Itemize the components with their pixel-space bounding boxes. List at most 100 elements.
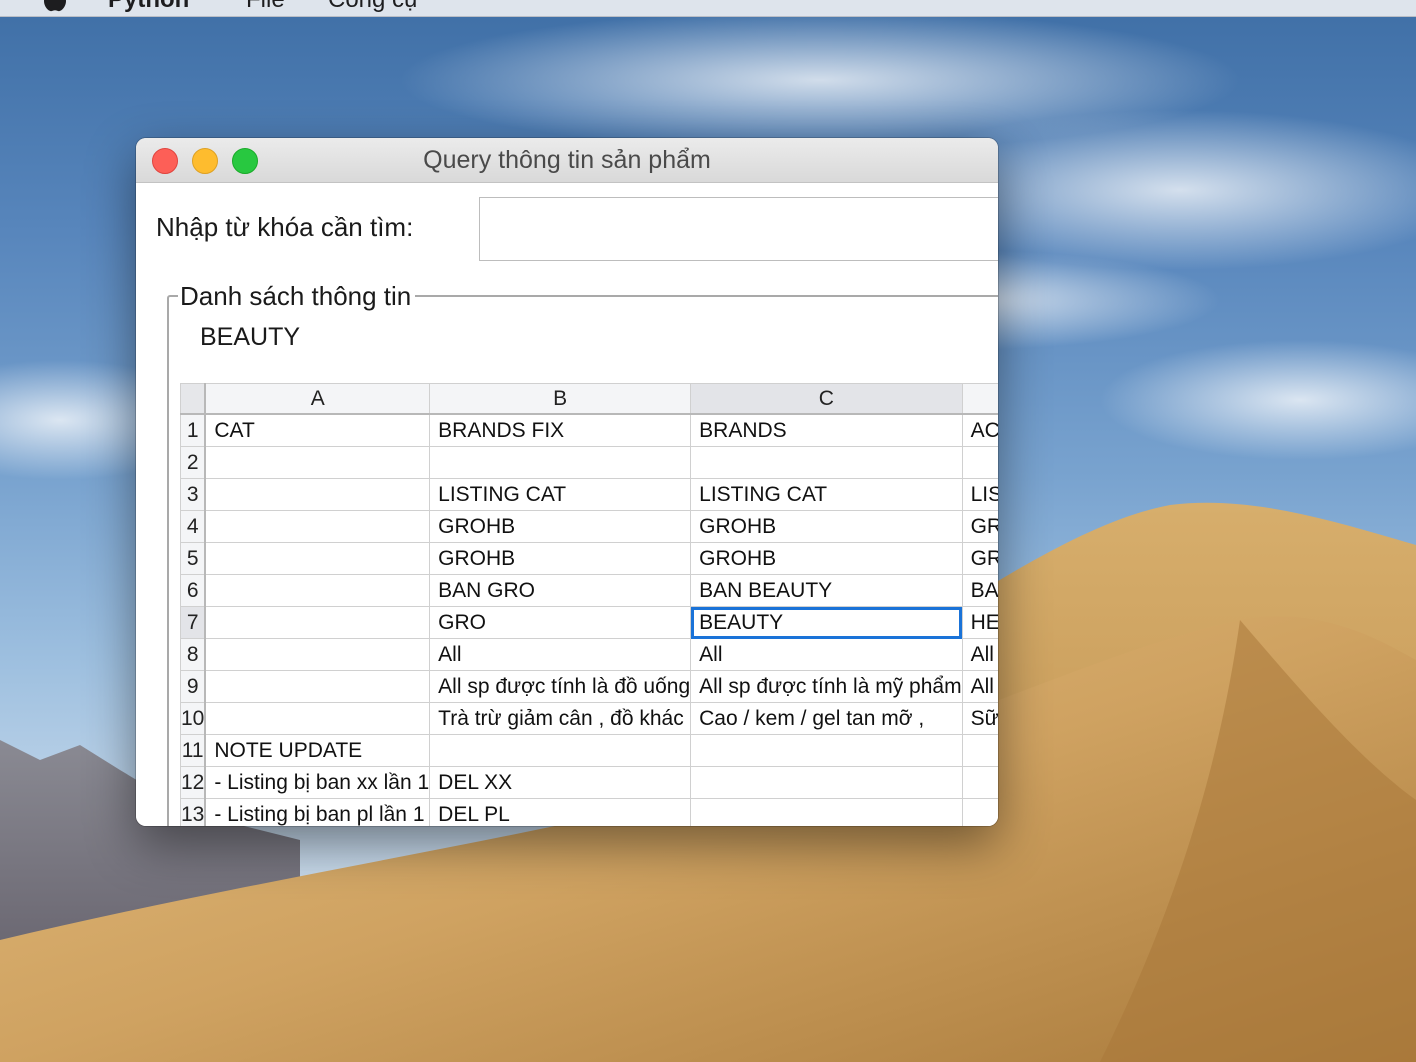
menu-bar: Python File Công cụ <box>0 0 1416 17</box>
cell-a2[interactable] <box>204 446 431 479</box>
row-header[interactable]: 11 <box>180 734 207 767</box>
cell-c11[interactable] <box>690 734 963 767</box>
cell-d10[interactable]: Sữa <box>961 702 998 735</box>
cell-d2[interactable] <box>961 446 998 479</box>
row-header[interactable]: 6 <box>180 574 207 607</box>
sheet-row: 10 Trà trừ giảm cân , đồ khác Cao / kem / … <box>180 702 998 735</box>
select-all-corner[interactable] <box>180 383 207 415</box>
menu-file[interactable]: File <box>246 0 285 14</box>
cell-a13[interactable]: - Listing bị ban pl lần 1 <box>204 798 431 826</box>
window-title: Query thông tin sản phẩm <box>423 146 711 174</box>
cell-d3[interactable]: LISTING CAT <box>961 478 998 511</box>
sheet-row: 8 All All All <box>180 638 998 671</box>
column-header-b[interactable]: B <box>429 383 692 415</box>
cell-b2[interactable] <box>429 446 692 479</box>
sheet-row: 7 GROBEAUTYHEA <box>180 606 998 639</box>
cell-b12[interactable]: DEL XX <box>429 766 692 799</box>
sheet-row: 4GROHBGROHBGROHB <box>180 510 998 543</box>
cell-d9[interactable]: All s <box>961 670 998 703</box>
row-header[interactable]: 4 <box>180 510 207 543</box>
row-header[interactable]: 13 <box>180 798 207 826</box>
column-header-c[interactable]: C <box>690 383 963 415</box>
sheet-row: 6 BAN GROBAN BEAUTYBAN <box>180 574 998 607</box>
group-title: Danh sách thông tin <box>178 281 416 312</box>
selected-value-label: BEAUTY <box>200 323 301 351</box>
search-label: Nhập từ khóa cần tìm: <box>156 212 414 242</box>
cell-c4[interactable]: GROHB <box>690 510 963 543</box>
sheet-row: 2 <box>180 446 998 479</box>
query-window: Query thông tin sản phẩm Nhập từ khóa cầ… <box>136 138 998 826</box>
column-header-a[interactable]: A <box>204 383 431 415</box>
cell-a8[interactable] <box>204 638 431 671</box>
cell-c9[interactable]: All sp được tính là mỹ phẩm <box>690 670 963 703</box>
row-header[interactable]: 3 <box>180 478 207 511</box>
cell-a5[interactable] <box>204 542 431 575</box>
cell-d11[interactable] <box>961 734 998 767</box>
row-header[interactable]: 5 <box>180 542 207 575</box>
cell-b9[interactable]: All sp được tính là đồ uống <box>429 670 692 703</box>
row-header[interactable]: 7 <box>180 606 207 639</box>
cell-c12[interactable] <box>690 766 963 799</box>
sheet-row: 13- Listing bị ban pl lần 1 DEL PL <box>180 798 998 826</box>
cell-a10[interactable] <box>204 702 431 735</box>
cell-a1[interactable]: CAT <box>204 413 431 447</box>
cell-a3[interactable] <box>204 478 431 511</box>
app-menu-python[interactable]: Python <box>108 0 189 14</box>
search-input[interactable] <box>479 197 998 261</box>
cell-d1[interactable]: ACTIVE <box>961 413 998 447</box>
column-header-d[interactable] <box>961 383 998 415</box>
cell-b5[interactable]: GROHB <box>429 542 692 575</box>
row-header[interactable]: 2 <box>180 446 207 479</box>
cell-d4[interactable]: GROHB <box>961 510 998 543</box>
row-header[interactable]: 12 <box>180 766 207 799</box>
cell-c7[interactable]: BEAUTY <box>690 606 963 639</box>
sheet-row: 9 All sp được tính là đồ uống All sp được … <box>180 670 998 703</box>
cell-d7[interactable]: HEA <box>961 606 998 639</box>
cell-b11[interactable] <box>429 734 692 767</box>
cell-c5[interactable]: GROHB <box>690 542 963 575</box>
sheet-row: 11 NOTE UPDATE <box>180 734 998 767</box>
row-header[interactable]: 9 <box>180 670 207 703</box>
cell-c10[interactable]: Cao / kem / gel tan mỡ , <box>690 702 963 735</box>
cell-b3[interactable]: LISTING CAT <box>429 478 692 511</box>
cell-d8[interactable]: All <box>961 638 998 671</box>
cell-d13[interactable] <box>961 798 998 826</box>
cell-b7[interactable]: GRO <box>429 606 692 639</box>
cell-b8[interactable]: All <box>429 638 692 671</box>
cell-a6[interactable] <box>204 574 431 607</box>
cell-c1[interactable]: BRANDS <box>690 413 963 447</box>
window-titlebar[interactable]: Query thông tin sản phẩm <box>136 138 998 183</box>
cell-d12[interactable] <box>961 766 998 799</box>
row-header[interactable]: 10 <box>180 702 207 735</box>
cell-b1[interactable]: BRANDS FIX <box>429 413 692 447</box>
sheet-row: 3LISTING CATLISTING CATLISTING CAT <box>180 478 998 511</box>
sheet-row: 1CATBRANDS FIXBRANDSACTIVE <box>180 413 998 447</box>
cell-a9[interactable] <box>204 670 431 703</box>
cell-c3[interactable]: LISTING CAT <box>690 478 963 511</box>
cell-c2[interactable] <box>690 446 963 479</box>
cell-b13[interactable]: DEL PL <box>429 798 692 826</box>
cell-a12[interactable]: - Listing bị ban xx lần 1 <box>204 766 431 799</box>
column-header-row: A B C <box>180 383 998 415</box>
cell-d6[interactable]: BAN <box>961 574 998 607</box>
sheet-row: 12- Listing bị ban xx lần 1 DEL XX <box>180 766 998 799</box>
cell-c8[interactable]: All <box>690 638 963 671</box>
cell-a7[interactable] <box>204 606 431 639</box>
cell-b6[interactable]: BAN GRO <box>429 574 692 607</box>
window-content: Nhập từ khóa cần tìm: Danh sách thông ti… <box>136 183 998 826</box>
cell-d5[interactable]: GROHB <box>961 542 998 575</box>
sheet-body: 1CATBRANDS FIXBRANDSACTIVE23LISTING CATL… <box>180 413 998 826</box>
menu-tools[interactable]: Công cụ <box>328 0 417 14</box>
sheet-table: A B C 1CATBRANDS FIXBRANDSACTIVE23LISTIN… <box>180 383 998 826</box>
cell-a4[interactable] <box>204 510 431 543</box>
cell-c6[interactable]: BAN BEAUTY <box>690 574 963 607</box>
row-header[interactable]: 8 <box>180 638 207 671</box>
cell-b4[interactable]: GROHB <box>429 510 692 543</box>
spreadsheet-grid[interactable]: A B C 1CATBRANDS FIXBRANDSACTIVE23LISTIN… <box>180 383 998 826</box>
row-header[interactable]: 1 <box>180 413 207 447</box>
apple-logo-icon[interactable] <box>40 0 70 12</box>
cell-b10[interactable]: Trà trừ giảm cân , đồ khác <box>429 702 692 735</box>
cell-a11[interactable]: NOTE UPDATE <box>204 734 431 767</box>
sheet-row: 5GROHBGROHBGROHB <box>180 542 998 575</box>
cell-c13[interactable] <box>690 798 963 826</box>
